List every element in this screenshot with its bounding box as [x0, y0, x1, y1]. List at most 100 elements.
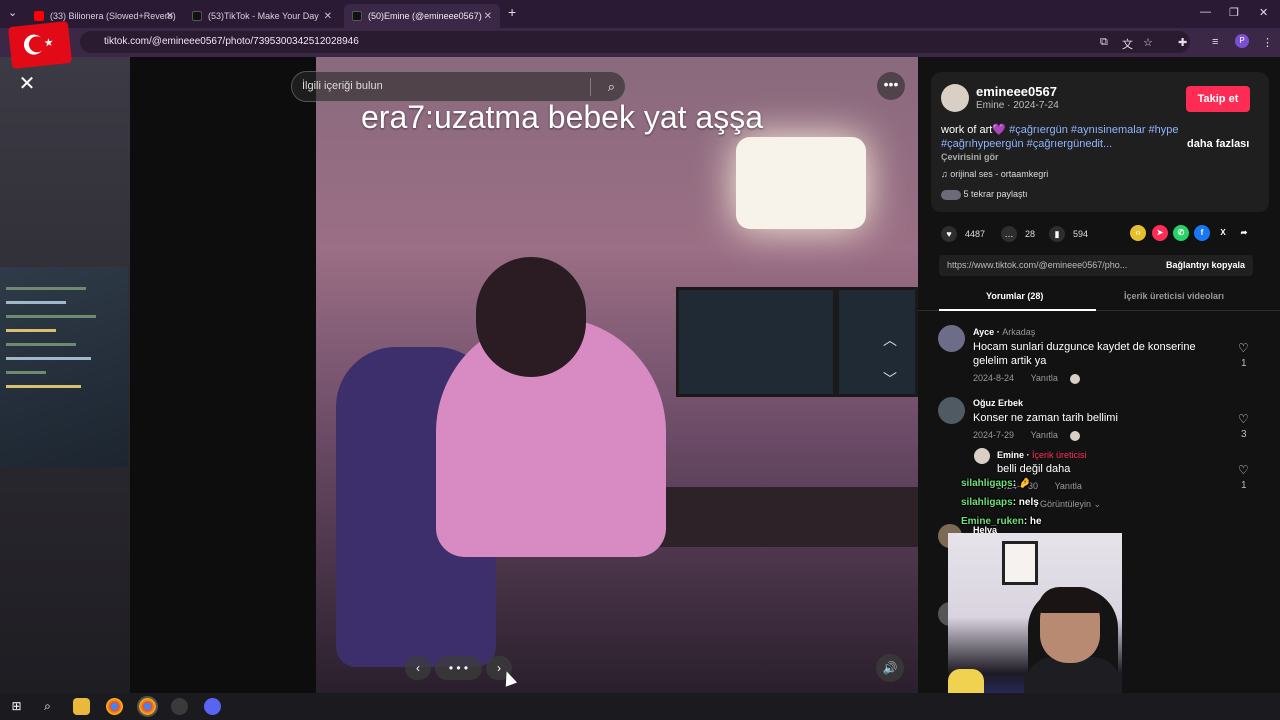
avatar[interactable] [938, 397, 965, 424]
letterbox [130, 57, 316, 693]
reply-author[interactable]: Emine · İçerik üreticisi [997, 450, 1087, 460]
comment-date: 2024-7-29 [973, 430, 1015, 440]
chrome-icon[interactable] [106, 698, 123, 715]
tab-tiktok-feed[interactable]: (53)TikTok - Make Your Day ✕ [184, 4, 340, 28]
username[interactable]: emineee0567 [976, 84, 1057, 99]
obs-icon[interactable] [171, 698, 188, 715]
comment-like-heart-icon[interactable]: ♡ [1238, 412, 1249, 426]
next-post-button[interactable]: ﹀ [878, 367, 902, 391]
previous-photo-button[interactable]: ‹ [405, 656, 431, 680]
previous-post-button[interactable]: ︿ [878, 328, 902, 352]
heart-icon: ♥ [941, 226, 957, 242]
taskbar: ⊞ ⌕ [0, 693, 1280, 720]
send-to-friends-icon[interactable]: ➤ [1152, 225, 1168, 241]
reply-link[interactable]: Yanıtla [1031, 373, 1058, 383]
reply-text: belli değil daha [997, 463, 1071, 475]
restore-button[interactable]: ❐ [1229, 6, 1239, 19]
comment-bubble-icon: … [1001, 226, 1017, 242]
comment-like-count: 3 [1241, 429, 1247, 440]
embed-icon[interactable]: ‹› [1130, 225, 1146, 241]
volume-icon[interactable]: 🔊 [876, 654, 904, 682]
close-icon[interactable]: ✕ [484, 11, 492, 22]
creator-liked-avatar [1070, 430, 1081, 441]
monitor [676, 287, 836, 397]
comments-tabs: Yorumlar (28) İçerik üreticisi videoları [918, 285, 1280, 311]
file-explorer-icon[interactable] [73, 698, 90, 715]
tab-creator-videos[interactable]: İçerik üreticisi videoları [1124, 291, 1224, 301]
comment-author[interactable]: Oğuz Erbek [973, 398, 1023, 408]
tab-label: (33) Bilionera (Slowed+Reverb) [50, 11, 176, 21]
avatar[interactable] [938, 325, 965, 352]
close-viewer-button[interactable]: ✕ [13, 70, 41, 98]
blurred-background [0, 57, 130, 693]
translate-icon[interactable]: 文 [1122, 36, 1133, 52]
bookmark-icon: ▮ [1049, 226, 1065, 242]
person-head [476, 257, 586, 377]
new-tab-button[interactable]: + [508, 4, 516, 20]
media-control-icon[interactable]: ≡ [1212, 36, 1218, 48]
url-field[interactable]: tiktok.com/@emineee0567/photo/7395300342… [80, 31, 1190, 53]
discord-icon[interactable] [204, 698, 221, 715]
comment-author[interactable]: Ayce · Arkadaş [973, 327, 1035, 337]
description-text: work of art [941, 124, 993, 136]
stream-chat-line: Emine_ruken: he [961, 516, 1042, 527]
extensions-icon[interactable]: ✚ [1178, 36, 1187, 49]
whatsapp-icon[interactable]: ✆ [1173, 225, 1189, 241]
like-stat[interactable]: ♥ 4487 [941, 225, 985, 243]
photo-caption: era7:uzatma bebek yat aşşa [361, 99, 764, 135]
close-icon[interactable]: ✕ [324, 11, 332, 22]
search-icon[interactable]: ⌕ [39, 698, 56, 715]
comment-like-heart-icon[interactable]: ♡ [1238, 463, 1249, 477]
close-window-button[interactable]: ✕ [1259, 6, 1268, 19]
x-twitter-icon[interactable]: X [1215, 225, 1231, 241]
stream-chat-line: silahligaps: nelş [961, 497, 1039, 508]
search-input[interactable]: İlgili içeriği bulun ⌕ [291, 71, 626, 102]
avatar[interactable] [974, 448, 990, 464]
comment-meta: 2024-7-29 Yanıtla [973, 430, 1081, 441]
comment-like-count: 1 [1241, 358, 1247, 369]
save-stat[interactable]: ▮ 594 [1049, 225, 1088, 243]
windows-start-icon[interactable]: ⊞ [8, 698, 25, 715]
photo-viewer [0, 57, 918, 693]
install-icon[interactable]: ⧉ [1100, 36, 1108, 49]
comment-count: 28 [1025, 229, 1036, 239]
tiktok-icon [352, 11, 362, 21]
tiktok-icon [192, 11, 202, 21]
comment-date: 2024-8-24 [973, 373, 1015, 383]
copy-link-button[interactable]: Bağlantıyı kopyala [1159, 255, 1245, 276]
reposts-info[interactable]: 5 tekrar paylaştı [941, 189, 1028, 200]
sound-link[interactable]: ♫ orijinal ses - ortaamkegri [941, 169, 1048, 179]
post-date: 2024-7-24 [1013, 100, 1059, 111]
tab-emine-photo[interactable]: (50)Emine (@emineee0567) ✕ [344, 4, 500, 28]
tab-search-icon[interactable]: ⌄ [8, 6, 17, 19]
comment-text: Hocam sunlari duzgunce kaydet de konseri… [973, 341, 1196, 367]
follow-button[interactable]: Takip et [1186, 86, 1250, 112]
youtube-icon [34, 11, 44, 21]
translate-link[interactable]: Çevirisini gör [941, 152, 999, 162]
screen: ⌄ (33) Bilionera (Slowed+Reverb) ✕ (53)T… [0, 0, 1280, 720]
comment-like-heart-icon[interactable]: ♡ [1238, 341, 1249, 355]
chrome-active-icon[interactable] [137, 696, 158, 717]
avatar[interactable] [941, 84, 969, 112]
sound-label: orijinal ses - ortaamkegri [950, 169, 1049, 179]
minimize-button[interactable]: — [1200, 6, 1211, 18]
menu-kebab-icon[interactable]: ⋮ [1262, 36, 1273, 49]
search-icon[interactable]: ⌕ [608, 72, 615, 101]
reposts-label: 5 tekrar paylaştı [963, 189, 1028, 199]
see-more-link[interactable]: daha fazlası [1187, 138, 1249, 150]
share-arrow-icon[interactable]: ➦ [1236, 225, 1252, 241]
post-link-field[interactable]: https://www.tiktok.com/@emineee0567/pho.… [939, 255, 1253, 276]
tab-label: (53)TikTok - Make Your Day [208, 11, 319, 21]
bookmark-star-icon[interactable]: ☆ [1143, 36, 1153, 49]
reply-link[interactable]: Yanıtla [1031, 430, 1058, 440]
facebook-icon[interactable]: f [1194, 225, 1210, 241]
photo-pagination[interactable]: • • • [435, 656, 482, 680]
more-options-button[interactable]: ••• [877, 72, 905, 100]
music-note-icon: ♫ [941, 169, 951, 179]
comment-stat[interactable]: … 28 [1001, 225, 1035, 243]
close-icon[interactable]: ✕ [166, 11, 174, 22]
monitor [836, 287, 918, 397]
tab-comments[interactable]: Yorumlar (28) [986, 291, 1043, 301]
profile-avatar[interactable]: P [1235, 34, 1249, 48]
search-placeholder: İlgili içeriği bulun [302, 80, 383, 92]
